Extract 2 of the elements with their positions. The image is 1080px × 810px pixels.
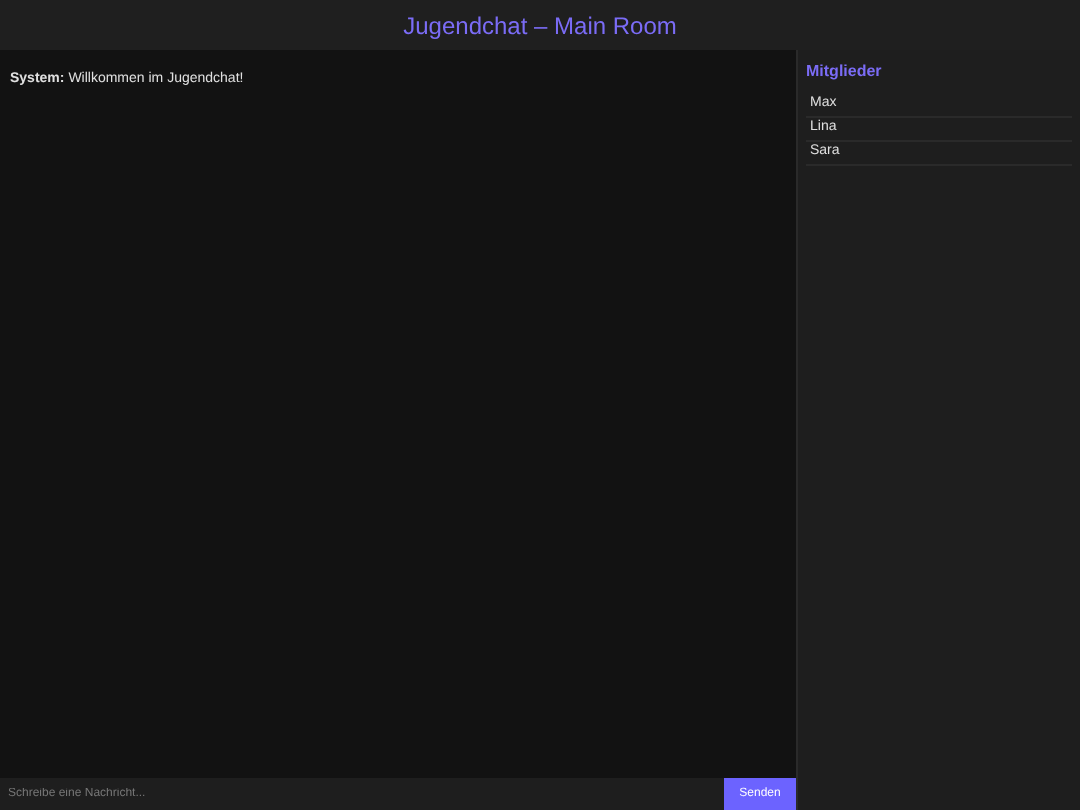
chat-title: Jugendchat – Main Room (403, 9, 677, 43)
members-title: Mitglieder (806, 60, 884, 84)
